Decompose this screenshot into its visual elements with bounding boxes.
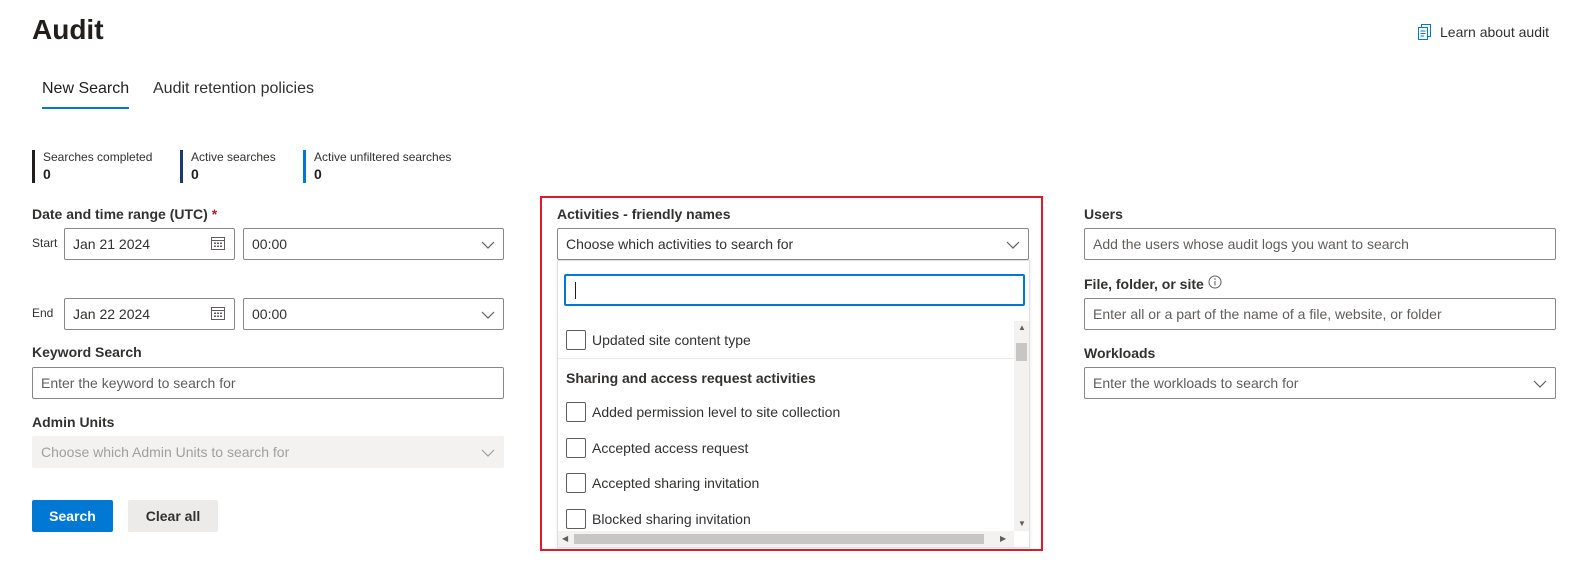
file-folder-site-input[interactable]: Enter all or a part of the name of a fil… [1084,298,1556,330]
users-label: Users [1084,206,1123,222]
stat-active-searches: Active searches 0 [180,150,276,183]
required-mark: * [211,206,218,222]
chevron-down-icon [481,306,495,322]
users-placeholder: Add the users whose audit logs you want … [1093,236,1409,252]
calendar-icon[interactable] [210,235,226,254]
file-folder-site-placeholder: Enter all or a part of the name of a fil… [1093,306,1442,322]
stat-searches-completed: Searches completed 0 [32,150,152,183]
highlight-box [540,196,1043,551]
learn-about-audit-label: Learn about audit [1440,24,1549,40]
stat-active-unfiltered-searches: Active unfiltered searches 0 [303,150,451,183]
admin-units-placeholder: Choose which Admin Units to search for [41,444,290,460]
keyword-search-input[interactable]: Enter the keyword to search for [32,367,504,399]
clear-all-button[interactable]: Clear all [128,500,218,532]
document-copy-icon [1418,24,1432,40]
keyword-placeholder: Enter the keyword to search for [41,375,236,391]
start-date-picker[interactable]: Jan 21 2024 [64,228,235,260]
date-range-label-text: Date and time range (UTC) [32,206,208,222]
learn-about-audit-link[interactable]: Learn about audit [1418,24,1549,40]
workloads-placeholder: Enter the workloads to search for [1093,375,1299,391]
stat-value: 0 [191,166,199,182]
start-date-value: Jan 21 2024 [73,236,151,252]
calendar-icon[interactable] [210,305,226,324]
end-date-picker[interactable]: Jan 22 2024 [64,298,235,330]
admin-units-dropdown: Choose which Admin Units to search for [32,436,504,468]
chevron-down-icon [1533,375,1547,391]
date-range-label: Date and time range (UTC) * [32,206,217,222]
end-date-value: Jan 22 2024 [73,306,151,322]
stat-value: 0 [43,166,51,182]
tab-new-search[interactable]: New Search [42,80,130,109]
chevron-down-icon [481,236,495,252]
stat-label: Active searches [191,150,276,164]
chevron-down-icon [481,444,495,460]
stat-label: Active unfiltered searches [314,150,452,164]
start-label: Start [32,236,58,250]
workloads-label: Workloads [1084,345,1156,361]
tab-audit-retention-policies[interactable]: Audit retention policies [153,80,314,107]
start-time-dropdown[interactable]: 00:00 [243,228,504,260]
page-title: Audit [32,14,104,45]
admin-units-label: Admin Units [32,414,115,430]
file-folder-site-label: File, folder, or site [1084,275,1222,292]
end-time-dropdown[interactable]: 00:00 [243,298,504,330]
file-folder-site-label-text: File, folder, or site [1084,275,1204,292]
end-time-value: 00:00 [252,306,288,322]
start-time-value: 00:00 [252,236,288,252]
workloads-dropdown[interactable]: Enter the workloads to search for [1084,367,1556,399]
stat-value: 0 [314,166,322,182]
users-input[interactable]: Add the users whose audit logs you want … [1084,228,1556,260]
search-button[interactable]: Search [32,500,113,532]
keyword-search-label: Keyword Search [32,344,142,360]
stat-label: Searches completed [43,150,153,164]
end-label: End [32,306,54,320]
info-icon[interactable] [1208,275,1222,292]
